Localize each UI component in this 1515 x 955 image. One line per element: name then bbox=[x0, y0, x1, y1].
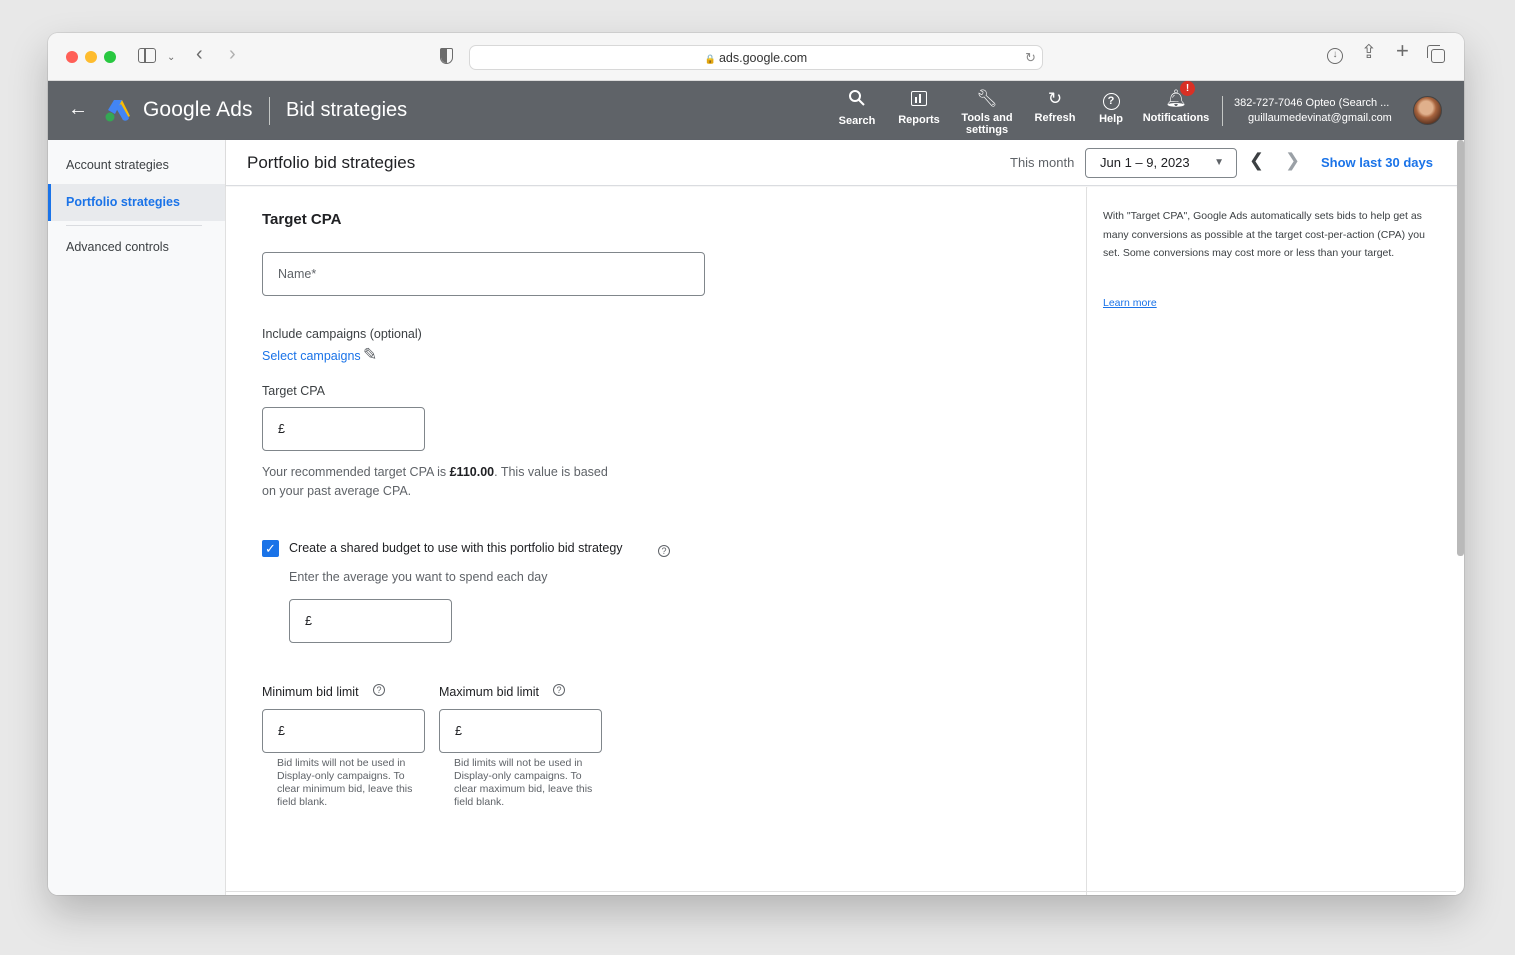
min-bid-hint: Bid limits will not be used in Display-o… bbox=[277, 757, 413, 808]
browser-forward-icon[interactable]: › bbox=[229, 44, 236, 64]
recommendation-prefix: Your recommended target CPA is bbox=[262, 465, 450, 479]
include-campaigns-label: Include campaigns (optional) bbox=[262, 327, 422, 341]
pencil-icon[interactable]: ✎ bbox=[363, 346, 377, 363]
min-bid-help-icon[interactable]: ? bbox=[373, 684, 385, 696]
sidebar-nav: Account strategies Portfolio strategies … bbox=[48, 140, 226, 895]
zoom-window-button[interactable] bbox=[104, 51, 116, 63]
sidebar-item-advanced-controls[interactable]: Advanced controls bbox=[48, 229, 225, 266]
recommendation-line2: on your past average CPA. bbox=[262, 484, 412, 498]
address-bar[interactable]: 🔒 ads.google.com ↻ bbox=[469, 45, 1043, 70]
shared-budget-checkbox[interactable]: ✓ bbox=[262, 540, 279, 557]
avatar[interactable] bbox=[1413, 96, 1442, 125]
daily-budget-field[interactable]: £ bbox=[289, 599, 452, 643]
share-icon[interactable]: ⇪ bbox=[1361, 43, 1377, 62]
target-cpa-field[interactable]: £ bbox=[262, 407, 425, 451]
section-title: Target CPA bbox=[262, 211, 342, 228]
refresh-tool-label: Refresh bbox=[1034, 112, 1076, 124]
search-tool[interactable]: Search bbox=[834, 89, 880, 127]
reports-tool[interactable]: Reports bbox=[893, 89, 945, 126]
address-text: 🔒 ads.google.com bbox=[470, 51, 1042, 65]
learn-more-link[interactable]: Learn more bbox=[1103, 297, 1157, 309]
browser-toolbar: ⌄ ‹ › 🔒 ads.google.com ↻ ↓ ⇪ + bbox=[48, 33, 1464, 81]
minimize-window-button[interactable] bbox=[85, 51, 97, 63]
caret-down-icon: ▼ bbox=[1214, 157, 1224, 168]
wrench-icon: 🔧︎ bbox=[976, 89, 998, 108]
notification-badge: ! bbox=[1180, 81, 1195, 96]
shared-budget-help-icon[interactable]: ? bbox=[658, 545, 670, 557]
notifications-tool[interactable]: 🔔︎ ! Notifications bbox=[1138, 81, 1214, 124]
max-bid-hint: Bid limits will not be used in Display-o… bbox=[454, 757, 593, 808]
max-bid-field[interactable]: £ bbox=[439, 709, 602, 753]
min-bid-label: Minimum bid limit bbox=[262, 685, 359, 699]
url-text: ads.google.com bbox=[718, 51, 808, 65]
sidebar-toggle-icon[interactable] bbox=[138, 48, 156, 63]
select-campaigns-link[interactable]: Select campaigns bbox=[262, 349, 361, 363]
help-tool[interactable]: ? Help bbox=[1094, 89, 1128, 125]
ads-header: ← Google Ads Bid strategies Search Repor… bbox=[48, 81, 1464, 140]
sidebar-item-account-strategies[interactable]: Account strategies bbox=[48, 147, 225, 184]
help-tool-label: Help bbox=[1099, 113, 1123, 125]
recommendation-suffix: . This value is based bbox=[494, 465, 608, 479]
shared-budget-label[interactable]: Create a shared budget to use with this … bbox=[289, 541, 623, 555]
next-period-icon[interactable]: ❯ bbox=[1285, 150, 1300, 171]
google-ads-logo-icon[interactable] bbox=[104, 98, 132, 122]
search-icon bbox=[834, 89, 880, 112]
download-icon[interactable]: ↓ bbox=[1327, 48, 1343, 64]
tab-overview-icon[interactable] bbox=[1427, 45, 1445, 63]
tools-settings-tool[interactable]: 🔧︎ Tools and settings bbox=[955, 89, 1019, 136]
browser-window: ⌄ ‹ › 🔒 ads.google.com ↻ ↓ ⇪ + ← Google A… bbox=[48, 33, 1464, 895]
help-panel: With "Target CPA", Google Ads automatica… bbox=[1088, 187, 1456, 895]
notifications-tool-label: Notifications bbox=[1142, 112, 1210, 124]
header-divider-account bbox=[1222, 96, 1223, 126]
logo-text: Google Ads bbox=[143, 98, 253, 121]
currency-symbol: £ bbox=[278, 422, 285, 436]
account-email[interactable]: guillaumedevinat@gmail.com bbox=[1248, 112, 1392, 124]
privacy-shield-icon[interactable] bbox=[440, 48, 453, 64]
max-bid-currency-symbol: £ bbox=[455, 724, 462, 738]
page-header: Portfolio bid strategies This month Jun … bbox=[226, 140, 1464, 186]
name-placeholder: Name* bbox=[278, 267, 317, 281]
reports-tool-label: Reports bbox=[898, 114, 940, 126]
max-bid-help-icon[interactable]: ? bbox=[553, 684, 565, 696]
sidebar-divider bbox=[66, 225, 202, 226]
budget-currency-symbol: £ bbox=[305, 614, 312, 628]
back-arrow-icon[interactable]: ← bbox=[68, 98, 88, 121]
name-field[interactable]: Name* bbox=[262, 252, 705, 296]
date-range-value: Jun 1 – 9, 2023 bbox=[1100, 155, 1190, 170]
help-text: With "Target CPA", Google Ads automatica… bbox=[1103, 210, 1425, 259]
recommendation-value: £110.00 bbox=[449, 465, 495, 479]
reports-icon bbox=[893, 89, 945, 111]
min-bid-field[interactable]: £ bbox=[262, 709, 425, 753]
close-window-button[interactable] bbox=[66, 51, 78, 63]
header-divider bbox=[269, 97, 270, 125]
new-tab-icon[interactable]: + bbox=[1396, 40, 1409, 62]
show-last-30-days-link[interactable]: Show last 30 days bbox=[1321, 155, 1433, 170]
recommendation-text: Your recommended target CPA is £110.00. … bbox=[262, 463, 662, 501]
date-range-label: This month bbox=[1010, 155, 1075, 170]
sidebar-item-portfolio-strategies[interactable]: Portfolio strategies bbox=[48, 184, 225, 221]
bottom-divider bbox=[226, 891, 1456, 892]
account-id[interactable]: 382-727-7046 Opteo (Search ... bbox=[1234, 97, 1389, 109]
previous-period-icon[interactable]: ❮ bbox=[1249, 150, 1264, 171]
refresh-tool[interactable]: ↻ Refresh bbox=[1029, 89, 1081, 124]
search-tool-label: Search bbox=[838, 115, 876, 127]
reload-icon[interactable]: ↻ bbox=[1025, 50, 1036, 66]
max-bid-label: Maximum bid limit bbox=[439, 685, 540, 699]
target-cpa-label: Target CPA bbox=[262, 384, 325, 398]
refresh-icon: ↻ bbox=[1047, 89, 1063, 108]
bell-icon: 🔔︎ bbox=[1165, 89, 1187, 108]
budget-hint: Enter the average you want to spend each… bbox=[289, 570, 548, 584]
date-range-select[interactable]: Jun 1 – 9, 2023 ▼ bbox=[1085, 148, 1237, 178]
help-icon: ? bbox=[1094, 89, 1128, 110]
page-title: Portfolio bid strategies bbox=[247, 153, 416, 172]
tools-tool-label: Tools and settings bbox=[961, 112, 1013, 136]
bid-strategy-form: Target CPA Name* Include campaigns (opti… bbox=[226, 187, 1087, 895]
browser-back-icon[interactable]: ‹ bbox=[196, 44, 203, 64]
header-page-title: Bid strategies bbox=[286, 99, 408, 121]
lock-icon: 🔒 bbox=[704, 54, 716, 64]
min-bid-currency-symbol: £ bbox=[278, 724, 285, 738]
chevron-down-icon[interactable]: ⌄ bbox=[167, 50, 175, 66]
scrollbar[interactable] bbox=[1457, 140, 1464, 556]
